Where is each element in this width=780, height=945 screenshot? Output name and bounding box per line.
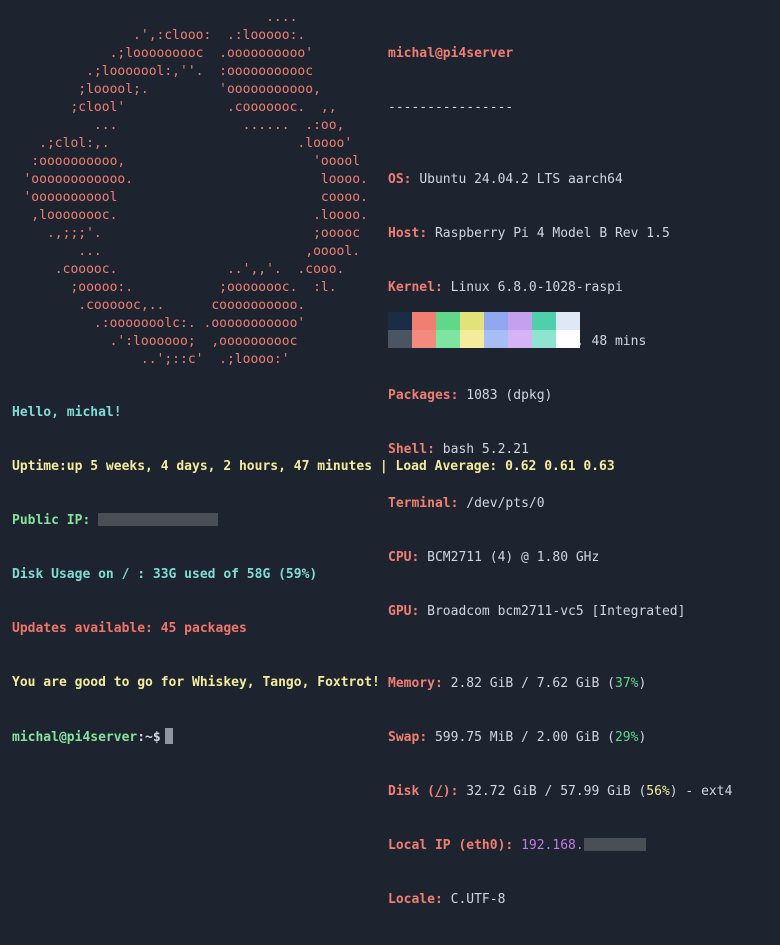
color-swatch	[388, 330, 412, 348]
color-swatch	[508, 330, 532, 348]
info-os: OS: Ubuntu 24.04.2 LTS aarch64	[388, 172, 623, 187]
info-local-ip: Local IP (eth0): 192.168.	[388, 837, 732, 855]
prompt-user-host: michal@pi4server	[12, 730, 138, 745]
color-swatch	[532, 330, 556, 348]
ubuntu-ascii-logo: .... .',:clooo: .:looooo:. .;looooooooc …	[23, 10, 368, 367]
local-ip-value: 192.168.	[521, 838, 584, 853]
motd-public-ip: Public IP:	[12, 512, 615, 530]
redacted-public-ip-block	[98, 513, 219, 526]
palette-row-bright	[388, 330, 580, 348]
username: michal	[388, 46, 435, 61]
disk-percent: 56%	[646, 784, 670, 799]
swap-percent: 29%	[614, 730, 639, 745]
color-swatch	[484, 330, 508, 348]
command-prompt[interactable]: michal@pi4server:~$	[12, 728, 615, 746]
color-swatch	[508, 312, 532, 330]
user-host-title: michal@pi4server	[388, 45, 732, 63]
info-host: Host: Raspberry Pi 4 Model B Rev 1.5	[388, 226, 670, 241]
hostname: pi4server	[442, 46, 514, 61]
color-swatch	[388, 312, 412, 330]
memory-percent: 37%	[615, 676, 639, 691]
motd-block: Hello, michal! Uptime:up 5 weeks, 4 days…	[12, 368, 615, 782]
color-swatch	[436, 312, 460, 330]
palette-row-normal	[388, 312, 580, 330]
info-kernel: Kernel: Linux 6.8.0-1028-raspi	[388, 280, 623, 295]
terminal-window[interactable]: .... .',:clooo: .:looooo:. .;looooooooc …	[0, 0, 780, 907]
color-swatch	[460, 330, 484, 348]
title-separator: ----------------	[388, 100, 514, 115]
at-sign: @	[434, 46, 443, 61]
color-swatch	[436, 330, 460, 348]
prompt-path: :~$	[137, 730, 161, 745]
color-palette	[388, 312, 580, 348]
motd-hello: Hello, michal!	[12, 405, 122, 420]
color-swatch	[556, 330, 580, 348]
color-swatch	[412, 312, 436, 330]
redacted-ip-block	[583, 838, 646, 851]
color-swatch	[412, 330, 436, 348]
color-swatch	[460, 312, 484, 330]
motd-disk-usage: Disk Usage on / : 33G used of 58G (59%)	[12, 567, 318, 582]
color-swatch	[532, 312, 556, 330]
motd-updates: Updates available: 45 packages	[12, 621, 247, 636]
color-swatch	[556, 312, 580, 330]
motd-uptime: Uptime:up 5 weeks, 4 days, 2 hours, 47 m…	[12, 459, 615, 474]
info-locale: Locale: C.UTF-8	[388, 892, 506, 907]
color-swatch	[484, 312, 508, 330]
text-cursor[interactable]	[164, 728, 173, 744]
info-disk: Disk (/): 32.72 GiB / 57.99 GiB (56%) - …	[388, 784, 733, 799]
motd-good-to-go: You are good to go for Whiskey, Tango, F…	[12, 675, 380, 690]
